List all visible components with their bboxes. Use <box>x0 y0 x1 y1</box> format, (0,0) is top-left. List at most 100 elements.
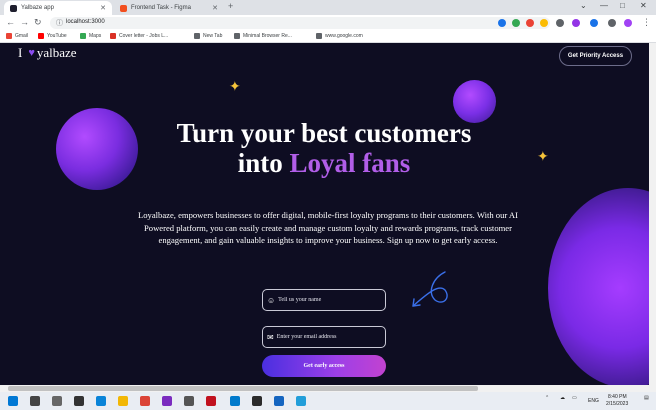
bookmark-google[interactable]: www.google.com <box>316 33 363 39</box>
bookmark-label: www.google.com <box>325 33 363 39</box>
headline-line-1: Turn your best customers <box>176 118 472 148</box>
chrome-icon[interactable] <box>140 396 150 406</box>
start-icon[interactable] <box>8 396 18 406</box>
tray-chevron-icon[interactable]: ⌃ <box>545 395 549 401</box>
get-priority-access-button[interactable]: Get Priority Access <box>559 46 632 66</box>
hero-headline: Turn your best customers into Loyal fans <box>0 118 648 178</box>
sparkle-icon: ✦ <box>229 78 241 94</box>
name-field[interactable]: ☺ <box>262 289 386 311</box>
extension-icon[interactable] <box>512 19 520 27</box>
tab-title: Frontend Task - Figma <box>131 5 191 11</box>
bookmark-minimal[interactable]: Minimal Browser Re... <box>234 33 292 39</box>
headline-accent: Loyal fans <box>289 148 411 178</box>
bookmark-icon <box>110 33 116 39</box>
get-early-access-button[interactable]: Get early access <box>262 355 386 377</box>
bookmark-label: New Tab <box>203 33 223 39</box>
task-view-icon[interactable] <box>52 396 62 406</box>
scrollbar-thumb[interactable] <box>8 386 478 391</box>
extension-icon[interactable] <box>498 19 506 27</box>
bookmark-label: YouTube <box>47 33 67 39</box>
cloud-icon[interactable]: ☁ <box>560 395 565 401</box>
new-tab-button[interactable]: + <box>228 1 233 11</box>
maps-icon <box>80 33 86 39</box>
logo-text: yalbaze <box>36 45 77 60</box>
file-explorer-icon[interactable] <box>118 396 128 406</box>
clock-time[interactable]: 8:40 PM <box>608 394 627 400</box>
address-url: localhost:3000 <box>66 19 105 25</box>
browser-toolbar: ← → ↻ ⓘ localhost:3000 ⋮ <box>0 15 656 31</box>
heart-icon: ♥ <box>28 47 35 59</box>
notification-icon[interactable]: ▤ <box>644 395 649 401</box>
bookmark-youtube[interactable]: YouTube <box>38 33 67 39</box>
app-icon[interactable] <box>162 396 172 406</box>
bookmark-maps[interactable]: Maps <box>80 33 101 39</box>
app-icon[interactable] <box>206 396 216 406</box>
hand-drawn-arrow-icon <box>412 271 448 307</box>
page-viewport: I ♥ yalbaze Get Priority Access ✦ ✦ Turn… <box>0 43 656 392</box>
app-icon[interactable] <box>274 396 284 406</box>
tab-figma[interactable]: Frontend Task - Figma ✕ <box>114 1 224 15</box>
close-tab-icon[interactable]: ✕ <box>100 4 106 12</box>
tab-yalbaze[interactable]: Yalbaze app ✕ <box>4 1 112 15</box>
chevron-down-icon[interactable]: ⌄ <box>580 1 587 10</box>
vscode-icon[interactable] <box>230 396 240 406</box>
bookmark-new-tab[interactable]: New Tab <box>194 33 222 39</box>
language-indicator[interactable]: ENG <box>588 398 599 404</box>
email-input[interactable] <box>276 334 377 340</box>
terminal-icon[interactable] <box>74 396 84 406</box>
maximize-icon[interactable]: □ <box>620 1 625 10</box>
edge-icon[interactable] <box>96 396 106 406</box>
search-icon[interactable] <box>30 396 40 406</box>
bookmarks-bar: Gmail YouTube Maps Cover letter - Jobs L… <box>0 31 656 43</box>
app-icon[interactable] <box>252 396 262 406</box>
side-panel-icon[interactable] <box>608 19 616 27</box>
logo[interactable]: I ♥ yalbaze <box>18 45 77 61</box>
bookmark-cover-letter[interactable]: Cover letter - Jobs L... <box>110 33 168 39</box>
menu-icon[interactable]: ⋮ <box>642 17 651 28</box>
tab-favicon-icon <box>10 4 17 12</box>
email-field[interactable]: ✉ <box>262 326 386 348</box>
extension-icon[interactable] <box>540 19 548 27</box>
telegram-icon[interactable] <box>296 396 306 406</box>
battery-icon[interactable]: ▭ <box>572 395 577 401</box>
profile-avatar[interactable] <box>624 19 632 27</box>
bookmark-label: Gmail <box>15 33 29 39</box>
app-icon[interactable] <box>184 396 194 406</box>
globe-icon <box>194 33 200 39</box>
decorative-sphere <box>548 188 656 388</box>
mail-icon: ✉ <box>267 332 274 342</box>
youtube-icon <box>38 33 44 39</box>
extension-icon[interactable] <box>526 19 534 27</box>
figma-favicon-icon <box>120 4 127 12</box>
decorative-sphere <box>453 80 496 123</box>
headline-line-2: into Loyal fans <box>0 148 648 178</box>
reload-icon[interactable]: ↻ <box>34 17 42 28</box>
windows-taskbar: ⌃ ☁ ▭ ENG 8:40 PM 2/15/2023 ▤ <box>0 392 656 410</box>
back-icon[interactable]: ← <box>6 17 15 27</box>
close-window-icon[interactable]: ✕ <box>640 1 647 10</box>
hero-description: Loyalbaze, empowers businesses to offer … <box>138 210 519 245</box>
extension-icon[interactable] <box>572 19 580 27</box>
extension-icon[interactable] <box>556 19 564 27</box>
info-icon[interactable]: ⓘ <box>56 18 63 28</box>
gmail-icon <box>6 33 12 39</box>
clock-date[interactable]: 2/15/2023 <box>606 401 628 407</box>
logo-prefix: I <box>18 45 23 60</box>
extension-icon[interactable] <box>590 19 598 27</box>
minimize-icon[interactable]: — <box>600 1 608 10</box>
bookmark-label: Maps <box>89 33 102 39</box>
globe-icon <box>234 33 240 39</box>
bookmark-gmail[interactable]: Gmail <box>6 33 28 39</box>
name-input[interactable] <box>278 297 379 303</box>
tab-title: Yalbaze app <box>21 5 54 11</box>
bookmark-label: Cover letter - Jobs L... <box>119 33 169 39</box>
user-icon: ☺ <box>267 295 276 305</box>
close-tab-icon[interactable]: ✕ <box>212 4 218 12</box>
vertical-scrollbar[interactable] <box>649 43 656 392</box>
browser-tab-bar: Yalbaze app ✕ Frontend Task - Figma ✕ + … <box>0 0 656 15</box>
bookmark-label: Minimal Browser Re... <box>243 33 292 39</box>
address-bar[interactable]: ⓘ localhost:3000 <box>50 17 550 29</box>
horizontal-scrollbar[interactable] <box>0 385 649 392</box>
headline-plain: into <box>237 148 290 178</box>
forward-icon[interactable]: → <box>20 17 29 27</box>
